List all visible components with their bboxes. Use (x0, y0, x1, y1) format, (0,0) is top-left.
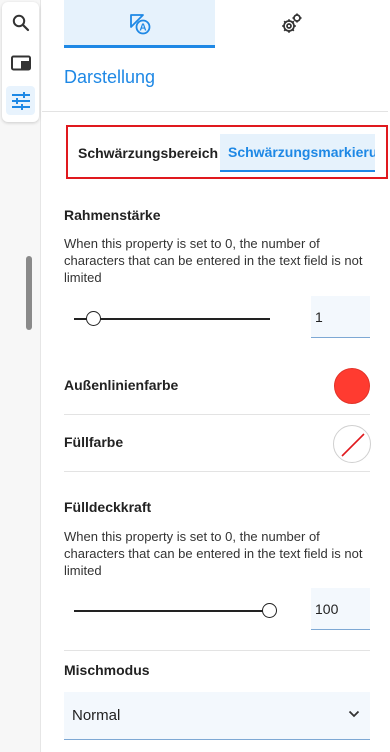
divider (42, 111, 388, 112)
fill-color-label: Füllfarbe (64, 434, 124, 450)
border-width-input[interactable]: 1 (311, 296, 370, 338)
chevron-down-icon (348, 710, 360, 718)
fill-opacity-description: When this property is set to 0, the numb… (64, 529, 363, 578)
border-width-description: When this property is set to 0, the numb… (64, 236, 363, 285)
divider (64, 650, 370, 651)
blend-mode-select[interactable]: Normal (64, 692, 370, 740)
scrollbar-thumb[interactable] (26, 256, 32, 330)
panel-button[interactable] (6, 48, 35, 77)
toolbar-card (2, 2, 39, 122)
search-icon (12, 14, 29, 31)
slider-thumb[interactable] (262, 603, 277, 618)
slider-track (74, 610, 270, 612)
left-toolbar (0, 0, 41, 752)
panel-icon (10, 55, 31, 70)
search-button[interactable] (6, 8, 35, 37)
outline-color-swatch[interactable] (334, 368, 370, 404)
subtab-redaction-area[interactable]: Schwärzungsbereich (70, 134, 226, 172)
no-color-icon (341, 433, 365, 457)
section-title: Darstellung (64, 67, 156, 87)
redaction-subtabs: Schwärzungsbereich Schwärzungsmarkierung (66, 125, 388, 179)
tab-appearance[interactable]: A (64, 0, 215, 48)
tab-properties[interactable] (215, 0, 366, 48)
blend-mode-value: Normal (72, 707, 121, 724)
divider (64, 414, 370, 415)
fill-opacity-input[interactable]: 100 (311, 588, 370, 630)
settings-sliders-button[interactable] (6, 86, 35, 115)
subtab-redaction-mark[interactable]: Schwärzungsmarkierung (220, 134, 375, 172)
outline-color-label: Außenlinienfarbe (64, 377, 179, 393)
slider-track (74, 318, 270, 320)
sliders-icon (11, 91, 30, 110)
svg-text:A: A (139, 23, 146, 34)
fill-opacity-label: Fülldeckkraft (64, 499, 152, 515)
fill-color-swatch[interactable] (333, 425, 371, 463)
slider-thumb[interactable] (86, 311, 101, 326)
blend-mode-label: Mischmodus (64, 662, 150, 678)
panel-tabs: A (64, 0, 388, 48)
border-width-label: Rahmenstärke (64, 207, 161, 223)
divider (64, 471, 370, 472)
gears-icon (281, 13, 301, 33)
annotation-shapes-icon: A (129, 14, 150, 35)
